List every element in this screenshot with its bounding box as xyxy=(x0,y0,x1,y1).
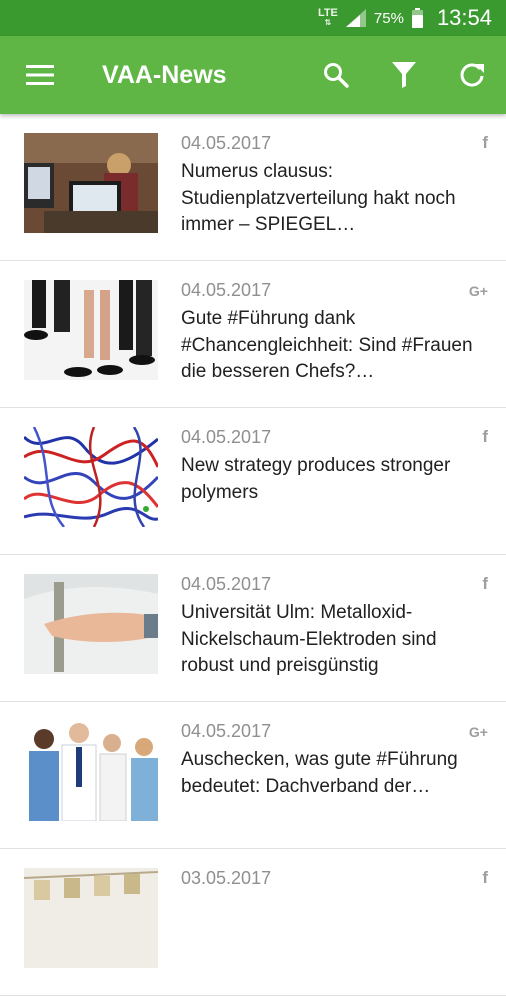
filter-button[interactable] xyxy=(370,36,438,114)
news-thumbnail xyxy=(24,427,158,527)
news-thumbnail xyxy=(24,868,158,968)
app-title: VAA-News xyxy=(102,60,227,89)
signal-icon xyxy=(345,9,366,27)
search-button[interactable] xyxy=(302,36,370,114)
app-bar: VAA-News xyxy=(0,36,506,114)
search-icon xyxy=(324,63,349,88)
news-date: 04.05.2017 xyxy=(181,721,272,741)
clock: 13:54 xyxy=(436,5,492,30)
news-item[interactable]: 04.05.2017 Auschecken, was gute #Führung… xyxy=(0,702,506,849)
news-thumbnail xyxy=(24,721,158,821)
facebook-icon: f xyxy=(482,133,488,152)
battery-icon xyxy=(411,8,423,28)
news-thumbnail xyxy=(24,133,158,233)
news-thumbnail xyxy=(24,280,158,380)
facebook-icon: f xyxy=(482,868,488,887)
news-date: 04.05.2017 xyxy=(181,280,272,300)
refresh-button[interactable] xyxy=(438,36,506,114)
news-headline: New strategy produces stronger polymers xyxy=(181,455,451,503)
news-item[interactable]: 04.05.2017 Universität Ulm: Metalloxid-N… xyxy=(0,555,506,702)
news-item[interactable]: 04.05.2017 Numerus clausus: Studienplatz… xyxy=(0,114,506,261)
network-indicator: LTE ⇅ xyxy=(317,7,338,28)
menu-icon xyxy=(26,65,54,85)
news-list: 04.05.2017 Numerus clausus: Studienplatz… xyxy=(0,114,506,996)
news-thumbnail xyxy=(24,574,158,674)
news-date: 04.05.2017 xyxy=(181,133,272,153)
news-headline: Numerus clausus: Studienplatzverteilung … xyxy=(181,161,456,235)
refresh-icon xyxy=(460,63,484,87)
facebook-icon: f xyxy=(482,574,488,593)
google-plus-icon: G+ xyxy=(468,724,488,740)
news-headline: Gute #Führung dank #Chancengleichheit: S… xyxy=(181,308,473,382)
news-item[interactable]: 03.05.2017 f xyxy=(0,849,506,996)
filter-icon xyxy=(392,62,416,88)
battery-percent: 75% xyxy=(373,9,404,27)
news-date: 03.05.2017 xyxy=(181,868,272,888)
menu-button[interactable] xyxy=(0,36,80,114)
news-date: 04.05.2017 xyxy=(181,574,272,594)
news-item[interactable]: 04.05.2017 New strategy produces stronge… xyxy=(0,408,506,555)
facebook-icon: f xyxy=(482,427,488,446)
status-bar: LTE ⇅ 75% 13:54 xyxy=(0,0,506,36)
google-plus-icon: G+ xyxy=(468,283,488,299)
news-headline: Auschecken, was gute #Führung bedeutet: … xyxy=(181,749,458,797)
news-headline: Universität Ulm: Metalloxid-Nickelschaum… xyxy=(181,602,437,676)
news-item[interactable]: 04.05.2017 Gute #Führung dank #Chancengl… xyxy=(0,261,506,408)
news-date: 04.05.2017 xyxy=(181,427,272,447)
